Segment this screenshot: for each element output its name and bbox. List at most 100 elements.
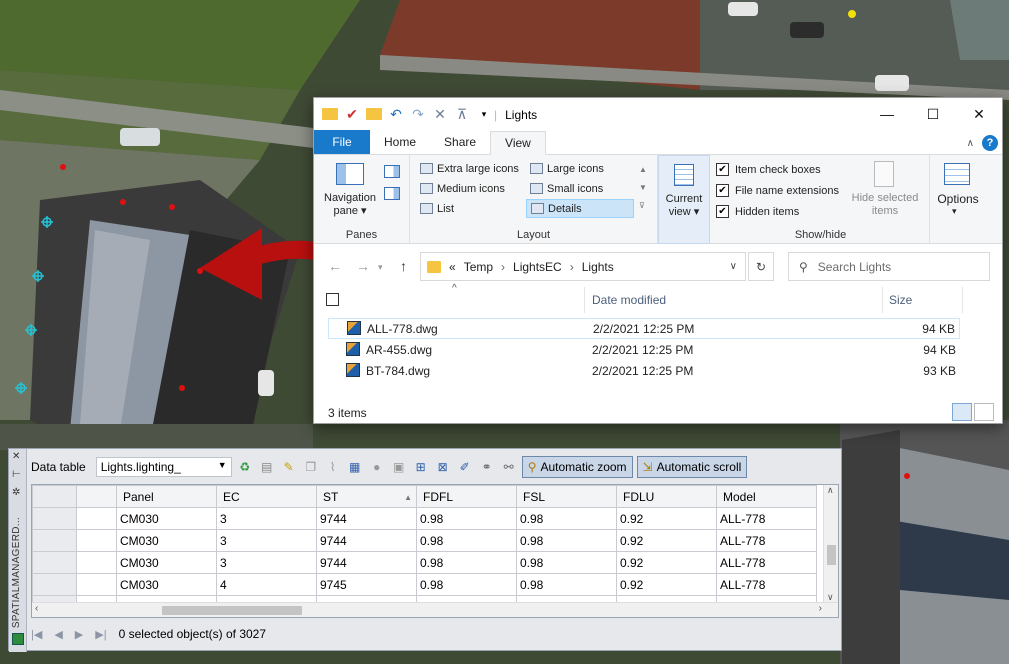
settings-icon[interactable]: ✲ xyxy=(12,487,20,498)
properties-icon[interactable]: ✔ xyxy=(344,106,360,123)
breadcrumb-temp[interactable]: Temp xyxy=(464,260,493,274)
horizontal-scrollbar[interactable]: ‹ › xyxy=(32,602,838,617)
column-header-model[interactable]: Model xyxy=(716,485,817,508)
table-cell[interactable] xyxy=(76,551,117,574)
layout-large-icons[interactable]: Large icons xyxy=(526,159,634,178)
cell-st[interactable]: 9744 xyxy=(316,551,417,574)
forward-icon[interactable]: → xyxy=(356,258,370,274)
table-cell[interactable] xyxy=(76,507,117,530)
table-row[interactable]: CM030 4 9745 0.98 0.98 0.92 ALL-778 xyxy=(32,573,817,596)
layout-list[interactable]: List xyxy=(416,199,522,218)
hide-selected-button[interactable]: Hide selected items xyxy=(846,192,924,218)
cell-fdlu[interactable]: 0.92 xyxy=(616,573,717,596)
layout-extra-large-icons[interactable]: Extra large icons xyxy=(416,159,522,178)
large-icons-view-icon[interactable] xyxy=(974,403,994,421)
navigation-pane-icon[interactable] xyxy=(336,163,364,185)
folder-icon[interactable] xyxy=(322,107,338,123)
column-header-ec[interactable]: EC xyxy=(216,485,317,508)
details-pane-icon[interactable] xyxy=(384,187,400,200)
options-dropdown-icon[interactable]: ▾ xyxy=(952,206,957,217)
scroll-right-icon[interactable]: › xyxy=(819,603,822,614)
first-record-icon[interactable]: |◀ xyxy=(31,628,42,641)
vertical-scroll-thumb[interactable] xyxy=(827,545,836,565)
cell-ec[interactable]: 3 xyxy=(216,551,317,574)
preview-pane-icon[interactable] xyxy=(384,165,400,178)
query-icon[interactable]: ⚯ xyxy=(500,458,518,476)
sphere-icon[interactable]: ● xyxy=(368,458,386,476)
cell-model[interactable]: ALL-778 xyxy=(716,529,817,552)
automatic-zoom-toggle[interactable]: ⚲ Automatic zoom xyxy=(521,456,633,478)
undo-icon[interactable]: ↶ xyxy=(388,106,404,123)
customize-qa-icon[interactable]: ▾ xyxy=(476,109,492,120)
cell-model[interactable]: ALL-778 xyxy=(716,551,817,574)
cell-fdfl[interactable]: 0.98 xyxy=(416,551,517,574)
hidden-items-checkbox[interactable]: ✔ xyxy=(716,205,729,218)
breadcrumb-overflow[interactable]: « xyxy=(449,260,456,274)
hidden-items[interactable]: ✔ Hidden items xyxy=(716,205,799,218)
scroll-left-icon[interactable]: ‹ xyxy=(35,603,38,614)
redo-icon[interactable]: ↷ xyxy=(410,106,426,123)
table-grid-icon[interactable]: ▤ xyxy=(258,458,276,476)
select-all-icon[interactable]: ▦ xyxy=(346,458,364,476)
horizontal-scroll-thumb[interactable] xyxy=(162,606,302,615)
cell-fdlu[interactable]: 0.92 xyxy=(616,551,717,574)
column-header-blank[interactable] xyxy=(76,485,117,508)
search-input[interactable]: ⚲ Search Lights xyxy=(788,252,990,281)
cell-fsl[interactable]: 0.98 xyxy=(516,507,617,530)
row-header[interactable] xyxy=(32,573,77,596)
cell-panel[interactable]: CM030 xyxy=(116,551,217,574)
cell-fdfl[interactable]: 0.98 xyxy=(416,507,517,530)
refresh-icon[interactable]: ♻ xyxy=(236,458,254,476)
column-date-modified[interactable]: Date modified xyxy=(592,293,666,307)
layout-medium-icons[interactable]: Medium icons xyxy=(416,179,522,198)
tab-file[interactable]: File xyxy=(314,130,370,154)
tab-share[interactable]: Share xyxy=(430,130,490,154)
maximize-button[interactable]: ☐ xyxy=(910,98,956,130)
file-name-extensions-checkbox[interactable]: ✔ xyxy=(716,184,729,197)
recent-locations-icon[interactable]: ▾ xyxy=(378,262,383,273)
edit-icon[interactable]: ✐ xyxy=(456,458,474,476)
minimize-button[interactable]: — xyxy=(864,98,910,130)
rename-icon[interactable]: ⊼ xyxy=(454,106,470,123)
up-icon[interactable]: ↑ xyxy=(400,258,407,274)
item-check-boxes-checkbox[interactable]: ✔ xyxy=(716,163,729,176)
select-all-checkbox[interactable] xyxy=(326,293,339,306)
navigation-pane-button[interactable]: Navigation pane ▾ xyxy=(320,192,380,218)
table-row[interactable]: CM030 3 9744 0.98 0.98 0.92 ALL-778 xyxy=(32,551,817,574)
cell-panel[interactable]: CM030 xyxy=(116,529,217,552)
file-row[interactable]: AR-455.dwg 2/2/2021 12:25 PM 94 KB xyxy=(328,340,960,361)
cell-ec[interactable]: 4 xyxy=(216,573,317,596)
cell-st[interactable]: 9744 xyxy=(316,507,417,530)
last-record-icon[interactable]: ▶| xyxy=(95,628,106,641)
pin-icon[interactable]: ⊢ xyxy=(12,469,21,480)
breadcrumb-lights[interactable]: Lights xyxy=(582,260,614,274)
data-grid[interactable]: Panel EC ST ▲ FDFL FSL FDLU Model CM030 3… xyxy=(31,484,839,618)
table-selector[interactable]: Lights.lighting_ ▼ xyxy=(95,457,232,477)
copy-icon[interactable]: ❐ xyxy=(302,458,320,476)
row-header[interactable] xyxy=(32,529,77,552)
table-row[interactable]: CM030 3 9744 0.98 0.98 0.92 ALL-778 xyxy=(32,507,817,530)
zoom-all-icon[interactable]: ⊠ xyxy=(434,458,452,476)
details-view-icon[interactable] xyxy=(952,403,972,421)
previous-record-icon[interactable]: ◀ xyxy=(54,628,62,641)
scroll-up-icon[interactable]: ∧ xyxy=(827,485,834,496)
column-header-fdlu[interactable]: FDLU xyxy=(616,485,717,508)
link-icon[interactable]: ⚭ xyxy=(478,458,496,476)
tab-home[interactable]: Home xyxy=(370,130,430,154)
current-view-button[interactable]: Current view ▾ xyxy=(661,193,707,219)
close-button[interactable]: ✕ xyxy=(956,98,1002,130)
table-cell[interactable] xyxy=(76,529,117,552)
new-folder-icon[interactable] xyxy=(366,107,382,123)
breadcrumb-lightsec[interactable]: LightsEC xyxy=(513,260,562,274)
cell-fdfl[interactable]: 0.98 xyxy=(416,573,517,596)
layout-details[interactable]: Details xyxy=(526,199,634,218)
cell-fsl[interactable]: 0.98 xyxy=(516,551,617,574)
cell-fdlu[interactable]: 0.92 xyxy=(616,529,717,552)
options-button[interactable]: Options xyxy=(932,192,984,206)
file-row[interactable]: ALL-778.dwg 2/2/2021 12:25 PM 94 KB xyxy=(328,318,960,339)
cell-panel[interactable]: CM030 xyxy=(116,507,217,530)
file-row[interactable]: BT-784.dwg 2/2/2021 12:25 PM 93 KB xyxy=(328,361,960,382)
cell-fsl[interactable]: 0.98 xyxy=(516,529,617,552)
table-row[interactable]: CM030 3 9744 0.98 0.98 0.92 ALL-778 xyxy=(32,529,817,552)
attach-icon[interactable]: ⌇ xyxy=(324,458,342,476)
